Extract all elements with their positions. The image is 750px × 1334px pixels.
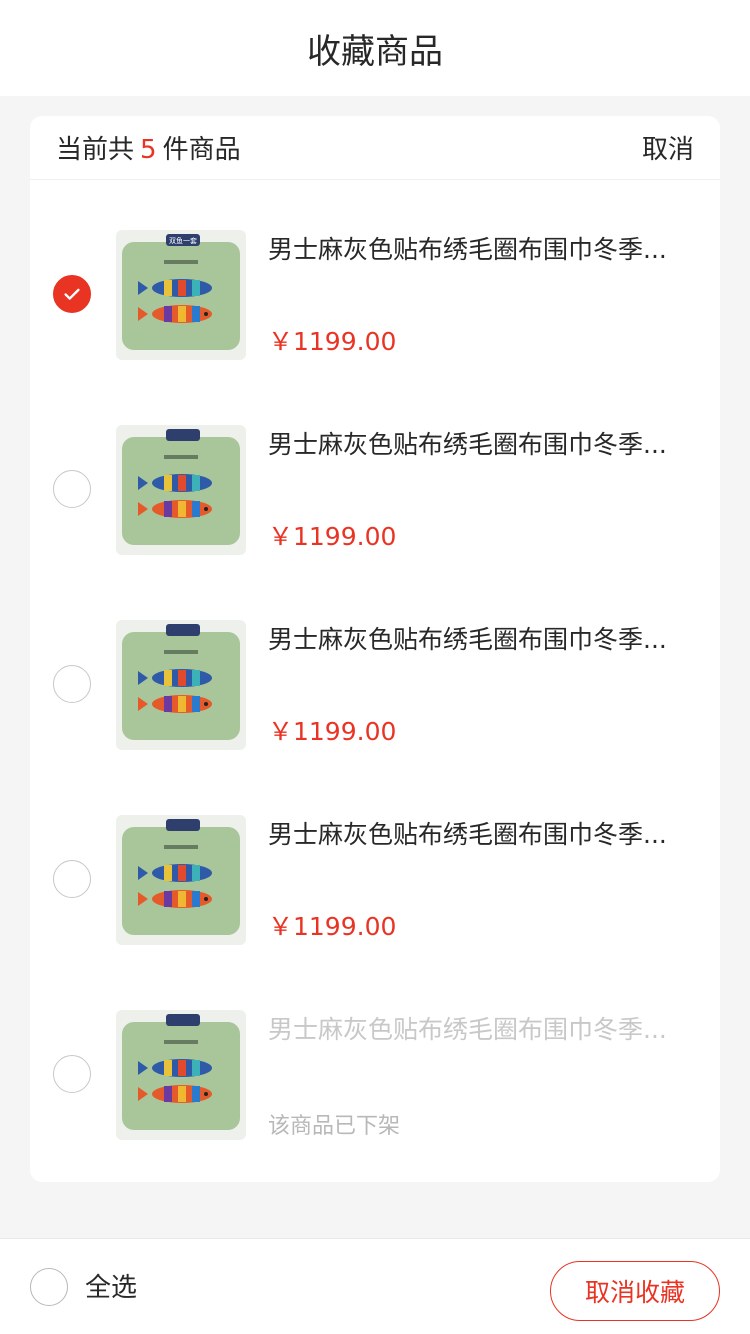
product-thumbnail[interactable] bbox=[116, 1010, 246, 1140]
offline-status: 该商品已下架 bbox=[268, 1114, 401, 1139]
product-thumbnail[interactable]: 双鱼一套 bbox=[116, 230, 246, 360]
item-info: 男士麻灰色贴布绣毛圈布围巾冬季... ￥1199.00 bbox=[268, 815, 710, 943]
product-thumbnail[interactable] bbox=[116, 425, 246, 555]
item-checkbox[interactable] bbox=[53, 1055, 91, 1093]
product-price: ￥1199.00 bbox=[268, 717, 397, 746]
pillow-image bbox=[116, 815, 246, 945]
item-info: 男士麻灰色贴布绣毛圈布围巾冬季... ￥1199.00 bbox=[268, 425, 710, 553]
pillow-image bbox=[116, 425, 246, 555]
item-info: 男士麻灰色贴布绣毛圈布围巾冬季... ￥1199.00 bbox=[268, 620, 710, 748]
select-all-label[interactable]: 全选 bbox=[85, 1267, 137, 1304]
product-price: ￥1199.00 bbox=[268, 327, 397, 356]
item-checkbox[interactable] bbox=[53, 860, 91, 898]
item-info: 男士麻灰色贴布绣毛圈布围巾冬季... ￥1199.00 bbox=[268, 230, 710, 358]
pillow-image: 双鱼一套 bbox=[116, 230, 246, 360]
thumb-badge-text: 双鱼一套 bbox=[169, 236, 197, 245]
list-item[interactable]: 男士麻灰色贴布绣毛圈布围巾冬季... ￥1199.00 bbox=[30, 765, 720, 960]
count-number: 5 bbox=[140, 135, 157, 165]
favorites-list: 双鱼一套 男士麻灰色贴布绣毛圈布围巾冬季... ￥1199.00 男士麻灰色贴布… bbox=[30, 180, 720, 1155]
list-item[interactable]: 双鱼一套 男士麻灰色贴布绣毛圈布围巾冬季... ￥1199.00 bbox=[30, 180, 720, 375]
select-all-checkbox[interactable] bbox=[30, 1268, 68, 1306]
product-title[interactable]: 男士麻灰色贴布绣毛圈布围巾冬季... bbox=[268, 620, 708, 656]
product-thumbnail[interactable] bbox=[116, 815, 246, 945]
unfavorite-button[interactable]: 取消收藏 bbox=[550, 1261, 720, 1321]
top-nav: 收藏商品 bbox=[0, 0, 750, 96]
list-item[interactable]: 男士麻灰色贴布绣毛圈布围巾冬季... ￥1199.00 bbox=[30, 375, 720, 570]
pillow-image bbox=[116, 1010, 246, 1140]
bottom-bar: 全选 取消收藏 bbox=[0, 1238, 750, 1334]
list-item-offline[interactable]: 男士麻灰色贴布绣毛圈布围巾冬季... 该商品已下架 bbox=[30, 960, 720, 1155]
pillow-image bbox=[116, 620, 246, 750]
product-price: ￥1199.00 bbox=[268, 522, 397, 551]
item-checkbox[interactable] bbox=[53, 275, 91, 313]
product-title[interactable]: 男士麻灰色贴布绣毛圈布围巾冬季... bbox=[268, 230, 708, 266]
item-checkbox[interactable] bbox=[53, 470, 91, 508]
page-title: 收藏商品 bbox=[307, 31, 443, 72]
cancel-edit-button[interactable]: 取消 bbox=[642, 129, 694, 166]
summary-bar: 当前共 5 件商品 取消 bbox=[30, 116, 720, 180]
product-title[interactable]: 男士麻灰色贴布绣毛圈布围巾冬季... bbox=[268, 815, 708, 851]
product-title[interactable]: 男士麻灰色贴布绣毛圈布围巾冬季... bbox=[268, 1010, 708, 1046]
product-price: ￥1199.00 bbox=[268, 912, 397, 941]
product-title[interactable]: 男士麻灰色贴布绣毛圈布围巾冬季... bbox=[268, 425, 708, 461]
list-item[interactable]: 男士麻灰色贴布绣毛圈布围巾冬季... ￥1199.00 bbox=[30, 570, 720, 765]
product-thumbnail[interactable] bbox=[116, 620, 246, 750]
favorites-card: 当前共 5 件商品 取消 双鱼一套 男士麻灰色贴布绣毛圈布围巾冬季... ￥11… bbox=[30, 116, 720, 1182]
item-info: 男士麻灰色贴布绣毛圈布围巾冬季... 该商品已下架 bbox=[268, 1010, 710, 1140]
item-checkbox[interactable] bbox=[53, 665, 91, 703]
count-suffix: 件商品 bbox=[162, 135, 241, 165]
item-count: 当前共 5 件商品 bbox=[56, 129, 241, 166]
check-icon bbox=[64, 288, 80, 300]
count-prefix: 当前共 bbox=[56, 135, 135, 165]
